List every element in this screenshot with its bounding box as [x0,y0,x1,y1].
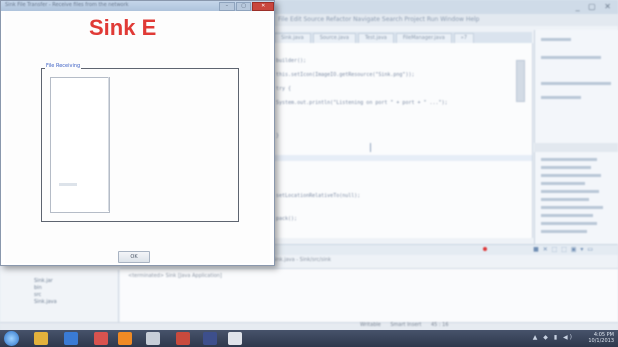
java-icon[interactable] [228,332,242,345]
console-toolbar-icons[interactable]: ■ ✕ ⬚ ⬚ ▣ ▾ ▭ [533,246,594,253]
outline-row [541,222,597,225]
panel-header [541,38,571,41]
list-divider [108,77,109,211]
document-icon[interactable] [146,332,160,345]
outline-row [541,166,591,169]
minimize-button[interactable]: – [219,2,235,11]
eclipse-icon[interactable] [203,332,217,345]
outline-row [541,198,589,201]
presentation-icon[interactable] [176,332,190,345]
panel-legend: File Receiving [45,63,82,69]
ok-button[interactable]: OK [118,251,150,263]
media-icon[interactable] [64,332,78,345]
tree-item[interactable]: Sink.jar [34,278,53,284]
panel-row [541,96,581,99]
system-tray[interactable]: ▲ ◆ ▮ ◀) [533,334,574,341]
status-cells: Writable Smart Insert 45 : 16 [360,322,449,328]
ide-window-controls[interactable]: _ ▢ ✕ [576,2,614,11]
app-heading: Sink E [89,15,157,40]
editor-scrollbar[interactable] [516,60,525,102]
clock[interactable]: 4:05 PM 10/1/2013 [588,332,614,344]
outline-row [541,230,587,233]
outline-row [541,190,599,193]
maximize-button[interactable]: ▢ [235,2,252,11]
text-cursor [370,143,371,152]
outline-row [541,182,585,185]
panel-row [541,82,611,85]
package-explorer[interactable]: Sink.jar bin src Sink.java [0,270,119,322]
code-line: } [276,133,280,139]
code-line: pack(); [276,216,298,222]
outline-row [541,174,601,177]
code-line: System.out.println("Listening on port " … [276,100,448,106]
tree-item[interactable]: src [34,292,41,298]
code-editor[interactable]: builder(); this.setIcon(ImageIO.getResou… [270,43,533,238]
console-output: <terminated> Sink [Java Application] [128,273,222,279]
list-item[interactable] [59,183,77,186]
vlc-icon[interactable] [118,332,132,345]
ide-menu-bar[interactable]: File Edit Source Refactor Navigate Searc… [270,14,618,26]
outline-header [534,143,618,152]
start-button[interactable] [4,331,19,346]
outline-row [541,158,597,161]
tree-item[interactable]: bin [34,285,42,291]
close-button[interactable]: ✕ [252,2,274,11]
chrome-icon[interactable] [94,332,108,345]
outline-panel [534,30,618,245]
code-line: builder(); [276,58,307,64]
console-label: Sink.java - Sink/src/sink [272,257,332,263]
clock-date: 10/1/2013 [588,338,614,344]
ide-editor-tabs: Sink.java Source.java Test.java FileMana… [270,32,532,45]
code-line: try { [276,86,292,92]
code-line: this.setIcon(ImageIO.getResource("Sink.p… [276,72,415,78]
window-title: Sink File Transfer - Receive files from … [5,2,129,8]
terminate-icon[interactable] [483,247,487,251]
sink-window: Sink File Transfer - Receive files from … [0,0,275,266]
tree-item[interactable]: Sink.java [34,299,57,305]
explorer-icon[interactable] [34,332,48,345]
file-list[interactable] [50,77,110,213]
outline-row [541,214,593,217]
panel-toolbar [541,56,601,59]
code-line: setLocationRelativeTo(null); [276,193,361,199]
outline-row [541,206,603,209]
window-controls: – ▢ ✕ [219,2,274,11]
taskbar [0,330,618,347]
